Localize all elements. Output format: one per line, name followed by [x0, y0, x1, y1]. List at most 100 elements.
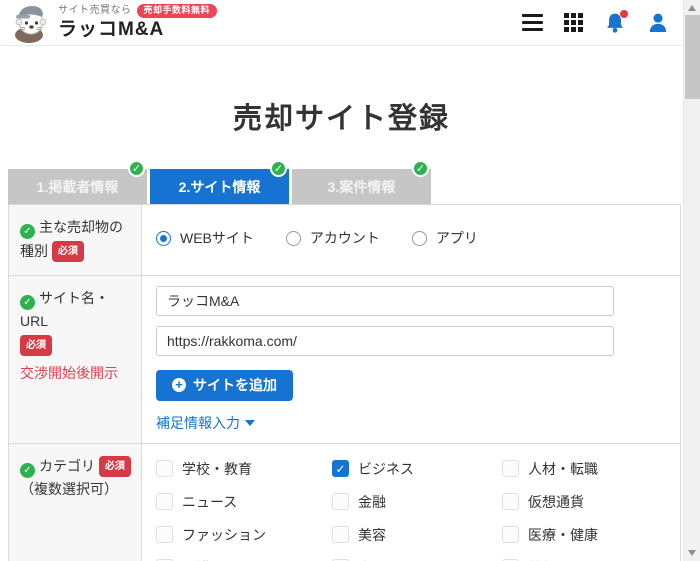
disclosure-note: 交渉開始後開示 [20, 362, 133, 386]
radio-icon [286, 231, 301, 246]
checkbox-icon: ✓ [156, 493, 173, 510]
scroll-up-arrow-icon[interactable] [688, 5, 696, 11]
site-url-label: サイト名・URL [20, 290, 109, 330]
checkbox-icon: ✓ [332, 493, 349, 510]
sale-type-label-cell: ✓主な売却物の種別 必須 [9, 205, 142, 275]
category-sub-label: （複数選択可） [20, 478, 133, 502]
logo-tagline: サイト売買なら [58, 5, 132, 16]
checkbox-label: 美容 [358, 525, 386, 545]
tab-publisher-info[interactable]: 1.掲載者情報 ✓ [8, 169, 147, 204]
checkbox-icon: ✓ [502, 493, 519, 510]
checkbox-icon: ✓ [332, 460, 349, 477]
tab-label: 1.掲載者情報 [37, 177, 119, 197]
page-title: 売却サイト登録 [0, 95, 683, 137]
tab-complete-check-icon: ✓ [270, 160, 287, 177]
checkbox-crypto[interactable]: ✓ 仮想通貨 [502, 492, 666, 512]
form-row-category: ✓ カテゴリ 必須 （複数選択可） ✓ 学校・教育 ✓ ビジネス [9, 444, 680, 561]
checkbox-label: 学校・教育 [182, 459, 252, 479]
otter-mascot-icon [10, 3, 52, 43]
radio-app[interactable]: アプリ [412, 228, 478, 248]
checkbox-finance[interactable]: ✓ 金融 [332, 492, 502, 512]
add-site-button[interactable]: + サイトを追加 [156, 370, 293, 401]
radio-icon [412, 231, 427, 246]
radio-label: WEBサイト [180, 228, 254, 248]
radio-label: アプリ [436, 228, 478, 248]
checkbox-hr-career[interactable]: ✓ 人材・転職 [502, 459, 666, 479]
site-url-input[interactable] [156, 326, 614, 356]
field-complete-check-icon: ✓ [20, 463, 35, 478]
sale-type-options-cell: WEBサイト アカウント アプリ [142, 205, 680, 275]
checkbox-icon: ✓ [332, 526, 349, 543]
brand-logo[interactable]: サイト売買なら 売却手数料無料 ラッコM&A [10, 3, 217, 43]
supplementary-info-link[interactable]: 補足情報入力 [156, 413, 255, 433]
logo-text: サイト売買なら 売却手数料無料 ラッコM&A [58, 4, 217, 43]
checkbox-label: ビジネス [358, 459, 414, 479]
radio-label: アカウント [310, 228, 380, 248]
required-badge: 必須 [52, 241, 84, 262]
chevron-down-icon [245, 420, 255, 426]
checkbox-label: 旅行・レジャー [528, 558, 625, 561]
tab-deal-info[interactable]: 3.案件情報 ✓ [292, 169, 431, 204]
checkbox-label: 仮想通貨 [528, 492, 584, 512]
tab-complete-check-icon: ✓ [412, 160, 429, 177]
site-url-inputs-cell: + サイトを追加 補足情報入力 [142, 276, 680, 443]
add-site-button-label: サイトを追加 [193, 375, 277, 395]
checkbox-fashion[interactable]: ✓ ファッション [156, 525, 332, 545]
site-url-label-cell: ✓サイト名・URL 必須 交渉開始後開示 [9, 276, 142, 443]
plus-icon: + [172, 378, 186, 392]
checkbox-medical-health[interactable]: ✓ 医療・健康 [502, 525, 666, 545]
promo-badge: 売却手数料無料 [137, 4, 218, 18]
radio-icon [156, 231, 171, 246]
header-icons [522, 12, 669, 34]
checkbox-beauty[interactable]: ✓ 美容 [332, 525, 502, 545]
required-badge: 必須 [99, 456, 131, 477]
brand-name: ラッコM&A [58, 20, 217, 41]
tab-site-info[interactable]: 2.サイト情報 ✓ [150, 169, 289, 204]
checkbox-label: ニュース [182, 492, 237, 512]
checkbox-nursing-welfare[interactable]: ✓ 介護・福祉 [156, 558, 332, 561]
checkbox-label: 車・バイク [358, 558, 428, 561]
vertical-scrollbar[interactable] [683, 0, 700, 561]
header: サイト売買なら 売却手数料無料 ラッコM&A [0, 0, 683, 46]
step-tabs: 1.掲載者情報 ✓ 2.サイト情報 ✓ 3.案件情報 ✓ [8, 169, 683, 204]
tab-complete-check-icon: ✓ [128, 160, 145, 177]
apps-grid-icon[interactable] [564, 13, 583, 32]
checkbox-label: ファッション [182, 525, 266, 545]
checkbox-icon: ✓ [502, 460, 519, 477]
category-label: カテゴリ [39, 458, 95, 474]
form-row-site-url: ✓サイト名・URL 必須 交渉開始後開示 + サイトを追加 補足情報入力 [9, 276, 680, 444]
radio-account[interactable]: アカウント [286, 228, 380, 248]
radio-website[interactable]: WEBサイト [156, 228, 254, 248]
tab-label: 3.案件情報 [328, 177, 396, 197]
checkbox-icon: ✓ [156, 460, 173, 477]
field-complete-check-icon: ✓ [20, 224, 35, 239]
checkbox-business[interactable]: ✓ ビジネス [332, 459, 502, 479]
notifications-bell-icon[interactable] [604, 12, 626, 34]
checkbox-travel-leisure[interactable]: ✓ 旅行・レジャー [502, 558, 666, 561]
scrollbar-thumb[interactable] [685, 15, 700, 99]
checkbox-label: 医療・健康 [528, 525, 598, 545]
field-complete-check-icon: ✓ [20, 295, 35, 310]
form-row-sale-type: ✓主な売却物の種別 必須 WEBサイト アカウント [9, 205, 680, 276]
page: サイト売買なら 売却手数料無料 ラッコM&A [0, 0, 700, 561]
category-options-cell: ✓ 学校・教育 ✓ ビジネス ✓ 人材・転職 ✓ [142, 444, 680, 561]
site-name-input[interactable] [156, 286, 614, 316]
checkbox-news[interactable]: ✓ ニュース [156, 492, 332, 512]
registration-form: ✓主な売却物の種別 必須 WEBサイト アカウント [8, 204, 681, 561]
required-badge: 必須 [20, 335, 52, 356]
checkbox-car-bike[interactable]: ✓ 車・バイク [332, 558, 502, 561]
checkbox-label: 金融 [358, 492, 386, 512]
notification-dot [620, 10, 628, 18]
supplementary-info-label: 補足情報入力 [156, 413, 240, 433]
checkbox-school-education[interactable]: ✓ 学校・教育 [156, 459, 332, 479]
user-account-icon[interactable] [647, 12, 669, 34]
menu-icon[interactable] [522, 14, 543, 31]
scroll-down-arrow-icon[interactable] [688, 550, 696, 556]
checkbox-label: 介護・福祉 [182, 558, 252, 561]
tab-label: 2.サイト情報 [179, 177, 261, 197]
checkbox-icon: ✓ [502, 526, 519, 543]
checkbox-label: 人材・転職 [528, 459, 598, 479]
checkbox-icon: ✓ [156, 526, 173, 543]
category-label-cell: ✓ カテゴリ 必須 （複数選択可） [9, 444, 142, 561]
category-grid: ✓ 学校・教育 ✓ ビジネス ✓ 人材・転職 ✓ [156, 454, 666, 561]
